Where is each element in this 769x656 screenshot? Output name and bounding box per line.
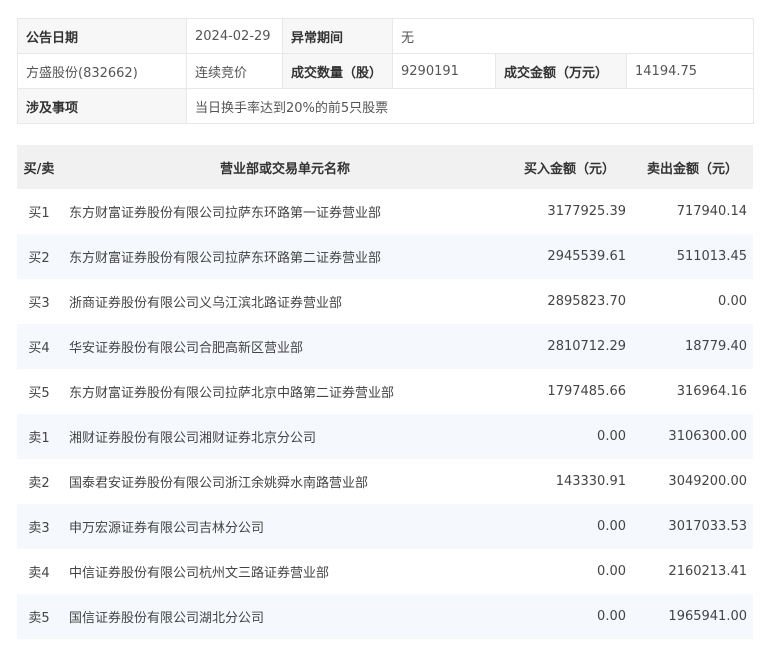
row-buy-amount: 2895823.70 (507, 279, 632, 324)
table-row: 卖5 国信证券股份有限公司湖北分公司 0.00 1965941.00 (17, 594, 753, 639)
table-row: 买4 华安证券股份有限公司合肥高新区营业部 2810712.29 18779.40 (17, 324, 753, 369)
row-buy-amount: 0.00 (507, 504, 632, 549)
row-sell-amount: 18779.40 (632, 324, 753, 369)
table-row: 卖2 国泰君安证券股份有限公司浙江余姚舜水南路营业部 143330.91 304920… (17, 459, 753, 504)
row-sell-amount: 511013.45 (632, 234, 753, 279)
row-sell-amount: 3049200.00 (632, 459, 753, 504)
row-seat-name: 国泰君安证券股份有限公司浙江余姚舜水南路营业部 (61, 459, 507, 504)
row-sell-amount: 1965941.00 (632, 594, 753, 639)
row-side: 买4 (17, 324, 61, 369)
table-row: 卖1 湘财证券股份有限公司湘财证券北京分公司 0.00 3106300.00 (17, 414, 753, 459)
amount-value: 14194.75 (625, 53, 755, 89)
volume-label: 成交数量（股） (282, 53, 393, 89)
table-row: 买5 东方财富证券股份有限公司拉萨北京中路第二证券营业部 1797485.66 316… (17, 369, 753, 414)
header-buy-amount: 买入金额（元） (507, 145, 632, 189)
row-side: 买3 (17, 279, 61, 324)
amount-label: 成交金额（万元） (495, 53, 627, 89)
row-seat-name: 中信证券股份有限公司杭州文三路证券营业部 (61, 549, 507, 594)
abnormal-period-value: 无 (391, 18, 755, 54)
row-buy-amount: 3177925.39 (507, 189, 632, 234)
row-seat-name: 东方财富证券股份有限公司拉萨东环路第一证券营业部 (61, 189, 507, 234)
stock-name: 方盛股份(832662) (17, 53, 187, 89)
header-side: 买/卖 (17, 145, 61, 189)
row-seat-name: 华安证券股份有限公司合肥高新区营业部 (61, 324, 507, 369)
row-sell-amount: 0.00 (632, 279, 753, 324)
row-side: 卖5 (17, 594, 61, 639)
table-row: 买1 东方财富证券股份有限公司拉萨东环路第一证券营业部 3177925.39 7179… (17, 189, 753, 234)
row-buy-amount: 0.00 (507, 549, 632, 594)
row-sell-amount: 316964.16 (632, 369, 753, 414)
matter-value: 当日换手率达到20%的前5只股票 (185, 88, 755, 124)
date-label: 公告日期 (17, 18, 187, 54)
row-sell-amount: 3017033.53 (632, 504, 753, 549)
row-seat-name: 东方财富证券股份有限公司拉萨东环路第二证券营业部 (61, 234, 507, 279)
row-side: 卖1 (17, 414, 61, 459)
row-sell-amount: 717940.14 (632, 189, 753, 234)
row-buy-amount: 2945539.61 (507, 234, 632, 279)
volume-value: 9290191 (392, 53, 496, 89)
date-value: 2024-02-29 (186, 18, 283, 54)
row-sell-amount: 3106300.00 (632, 414, 753, 459)
table-row: 卖4 中信证券股份有限公司杭州文三路证券营业部 0.00 2160213.41 (17, 549, 753, 594)
row-side: 买5 (17, 369, 61, 414)
info-row-matter: 涉及事项 当日换手率达到20%的前5只股票 (17, 88, 755, 124)
trade-mode: 连续竞价 (186, 53, 283, 89)
matter-label: 涉及事项 (17, 88, 187, 124)
table-row: 卖3 申万宏源证券有限公司吉林分公司 0.00 3017033.53 (17, 504, 753, 549)
table-row: 买2 东方财富证券股份有限公司拉萨东环路第二证券营业部 2945539.61 5110… (17, 234, 753, 279)
row-seat-name: 国信证券股份有限公司湖北分公司 (61, 594, 507, 639)
header-seat-name: 营业部或交易单元名称 (61, 145, 507, 189)
row-seat-name: 湘财证券股份有限公司湘财证券北京分公司 (61, 414, 507, 459)
row-seat-name: 申万宏源证券有限公司吉林分公司 (61, 504, 507, 549)
row-buy-amount: 2810712.29 (507, 324, 632, 369)
table-row: 买3 浙商证券股份有限公司义乌江滨北路证券营业部 2895823.70 0.00 (17, 279, 753, 324)
row-buy-amount: 143330.91 (507, 459, 632, 504)
trading-seats-table: 买/卖 营业部或交易单元名称 买入金额（元） 卖出金额（元） 买1 东方财富证券股… (17, 145, 753, 639)
abnormal-period-label: 异常期间 (282, 18, 393, 54)
row-buy-amount: 0.00 (507, 414, 632, 459)
info-row-date: 公告日期 2024-02-29 异常期间 无 (17, 18, 755, 54)
table-header-row: 买/卖 营业部或交易单元名称 买入金额（元） 卖出金额（元） (17, 145, 753, 189)
row-sell-amount: 2160213.41 (632, 549, 753, 594)
table-body: 买1 东方财富证券股份有限公司拉萨东环路第一证券营业部 3177925.39 7179… (17, 189, 753, 639)
header-sell-amount: 卖出金额（元） (632, 145, 753, 189)
row-side: 卖3 (17, 504, 61, 549)
row-side: 卖2 (17, 459, 61, 504)
row-seat-name: 东方财富证券股份有限公司拉萨北京中路第二证券营业部 (61, 369, 507, 414)
row-side: 买1 (17, 189, 61, 234)
row-seat-name: 浙商证券股份有限公司义乌江滨北路证券营业部 (61, 279, 507, 324)
row-buy-amount: 1797485.66 (507, 369, 632, 414)
row-side: 买2 (17, 234, 61, 279)
row-buy-amount: 0.00 (507, 594, 632, 639)
announcement-info-table: 公告日期 2024-02-29 异常期间 无 方盛股份(832662) 连续竞价… (17, 18, 755, 124)
row-side: 卖4 (17, 549, 61, 594)
info-row-trade: 方盛股份(832662) 连续竞价 成交数量（股） 9290191 成交金额（万… (17, 53, 755, 89)
